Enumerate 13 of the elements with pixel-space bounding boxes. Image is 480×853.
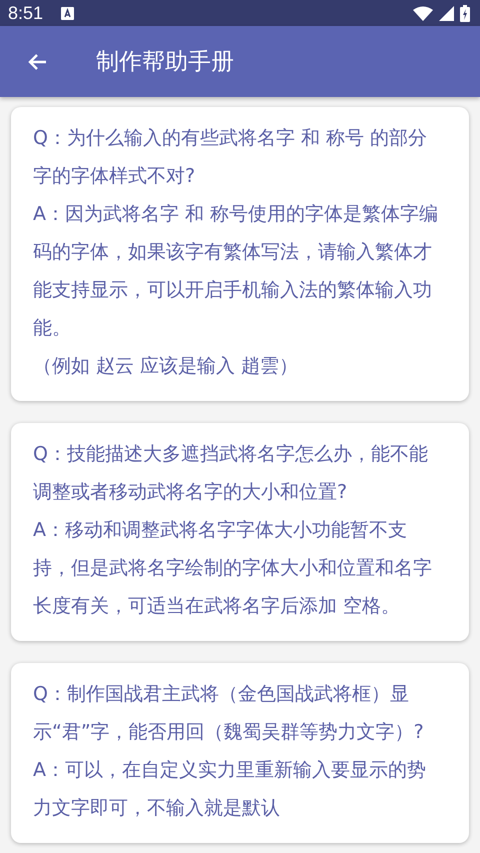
faq-answer: A：可以，在自定义实力里重新输入要显示的势力文字即可，不输入就是默认: [33, 758, 427, 821]
faq-note: （例如 赵云 应该是输入 趙雲）: [33, 354, 300, 379]
faq-question: Q：为什么输入的有些武将名字 和 称号 的部分字的字体样式不对?: [33, 126, 428, 189]
battery-icon: [460, 4, 470, 22]
toolbar-title: 制作帮助手册: [96, 48, 234, 78]
signal-icon: [439, 6, 454, 21]
faq-answer: A：因为武将名字 和 称号使用的字体是繁体字编码的字体，如果该字有繁体写法，请输入繁体才能支持显示，可以开启手机输入法的繁体输入功能。: [33, 202, 439, 341]
keyboard-notification-icon: [61, 6, 74, 20]
faq-answer: A：移动和调整武将名字字体大小功能暂不支持，但是武将名字绘制的字体大小和位置和名字长度有关，可适当在武将名字后添加 空格。: [33, 518, 433, 619]
status-time: 8:51: [8, 2, 44, 24]
faq-question: Q：制作国战君主武将（金色国战武将框）显示“君”字，能否用回（魏蜀吴群等势力文字）?: [33, 682, 425, 745]
wifi-icon: [413, 6, 433, 21]
faq-question: Q：技能描述大多遮挡武将名字怎么办，能不能调整或者移动武将名字的大小和位置?: [33, 442, 429, 505]
